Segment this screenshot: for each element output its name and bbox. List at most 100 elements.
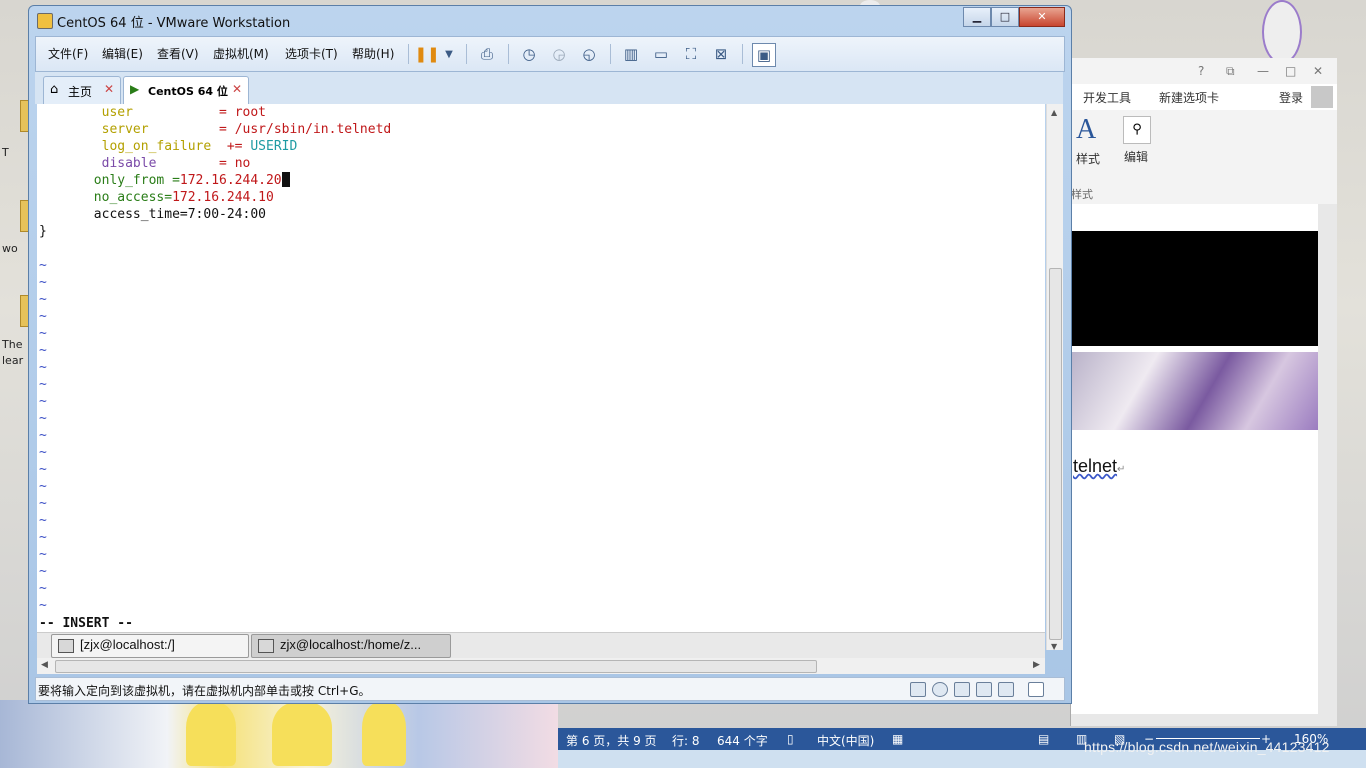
- vm-icon: ▶: [130, 82, 140, 96]
- message-log-icon[interactable]: [1028, 682, 1044, 697]
- empty-line-tilde: ~: [39, 445, 47, 460]
- guest-taskbar: [zjx@localhost:/] zjx@localhost:/home/z.…: [37, 632, 1045, 659]
- menu-view[interactable]: 查看(V): [157, 45, 199, 62]
- empty-line-tilde: ~: [39, 360, 47, 375]
- binoculars-icon[interactable]: ⚲: [1123, 116, 1151, 144]
- unity-icon[interactable]: ⊠: [710, 43, 732, 65]
- macro-icon[interactable]: ▦: [892, 732, 903, 746]
- config-value: 172.16.244.20: [179, 173, 282, 188]
- tab-new[interactable]: 新建选项卡: [1159, 89, 1219, 106]
- scroll-up-icon[interactable]: ▲: [1051, 108, 1057, 117]
- guest-task-terminal-root[interactable]: [zjx@localhost:/]: [51, 634, 249, 658]
- library-icon[interactable]: ▥: [620, 43, 642, 65]
- vim-mode-indicator: -- INSERT --: [39, 616, 133, 631]
- avatar[interactable]: [1311, 86, 1333, 108]
- empty-line-tilde: ~: [39, 513, 47, 528]
- empty-line-tilde: ~: [39, 462, 47, 477]
- config-op: =: [219, 105, 227, 120]
- maximize-button[interactable]: □: [991, 7, 1019, 27]
- word-window: ? ⧉ — □ ✕ 开发工具 新建选项卡 登录 A 样式 样式 ⚲ 编辑 tel…: [1070, 58, 1337, 726]
- cd-dvd-icon[interactable]: [932, 682, 948, 697]
- terminal-screen[interactable]: user = root server = /usr/sbin/in.telnet…: [37, 104, 1045, 632]
- vmware-titlebar: CentOS 64 位 - VMware Workstation ▁ □ ✕: [29, 6, 1071, 34]
- hard-disk-icon[interactable]: [910, 682, 926, 697]
- word-count[interactable]: 644 个字: [717, 732, 768, 749]
- styles-button[interactable]: 样式: [1076, 150, 1100, 167]
- scroll-down-icon[interactable]: ▼: [1051, 642, 1057, 651]
- watermark: https://blog.csdn.net/weixin_44123412: [1084, 739, 1330, 755]
- vmware-window: CentOS 64 位 - VMware Workstation ▁ □ ✕ 文…: [28, 5, 1072, 704]
- minimize-button[interactable]: —: [1257, 64, 1269, 78]
- close-icon[interactable]: ✕: [232, 82, 242, 96]
- menu-file[interactable]: 文件(F): [48, 45, 88, 62]
- config-line: access_time=7:00-24:00: [93, 207, 266, 222]
- guest-task-terminal-home[interactable]: zjx@localhost:/home/z...: [251, 634, 451, 658]
- vmware-app-icon: [37, 13, 53, 29]
- maximize-button[interactable]: □: [1285, 64, 1296, 78]
- vertical-scrollbar[interactable]: ▲ ▼: [1046, 104, 1063, 651]
- closing-brace: }: [39, 224, 47, 239]
- config-value: USERID: [250, 139, 298, 154]
- toolbar-separator: [408, 44, 409, 64]
- wallpaper-figure: [1262, 0, 1302, 64]
- scroll-thumb[interactable]: [1049, 268, 1062, 640]
- empty-line-tilde: ~: [39, 343, 47, 358]
- tab-centos[interactable]: ▶ CentOS 64 位 ✕: [123, 76, 249, 104]
- console-view-icon[interactable]: ▣: [752, 43, 776, 67]
- login-link[interactable]: 登录: [1279, 89, 1303, 106]
- config-value: no: [234, 156, 251, 171]
- send-ctrl-alt-del-icon[interactable]: ⎙: [476, 43, 498, 65]
- terminal-icon: [58, 639, 74, 653]
- empty-line-tilde: ~: [39, 479, 47, 494]
- config-key: no_access=: [93, 190, 173, 205]
- menu-edit[interactable]: 编辑(E): [102, 45, 143, 62]
- scroll-left-icon[interactable]: ◀: [41, 660, 48, 670]
- language-indicator[interactable]: 中文(中国): [817, 732, 874, 749]
- scroll-thumb[interactable]: [55, 660, 817, 673]
- wallpaper-figure: [272, 702, 332, 766]
- empty-line-tilde: ~: [39, 547, 47, 562]
- page-indicator[interactable]: 第 6 页，共 9 页: [566, 732, 657, 749]
- empty-line-tilde: ~: [39, 292, 47, 307]
- read-mode-icon[interactable]: ▤: [1038, 732, 1049, 746]
- snapshot-manager-icon[interactable]: ◵: [578, 43, 600, 65]
- chevron-down-icon[interactable]: ▼: [438, 43, 460, 65]
- menu-vm[interactable]: 虚拟机(M): [213, 45, 269, 62]
- config-op: =: [219, 156, 227, 171]
- proofing-icon[interactable]: ▯: [787, 732, 794, 746]
- styles-group-label: 样式: [1071, 188, 1093, 201]
- menu-tabs[interactable]: 选项卡(T): [285, 45, 338, 62]
- minimize-button[interactable]: ▁: [963, 7, 991, 27]
- menu-help[interactable]: 帮助(H): [352, 45, 394, 62]
- styles-icon[interactable]: A: [1076, 114, 1096, 146]
- config-op: +=: [226, 139, 243, 154]
- tab-home[interactable]: ⌂ 主页 ✕: [43, 76, 121, 104]
- pause-icon[interactable]: ❚❚: [414, 43, 439, 65]
- config-value: /usr/sbin/in.telnetd: [234, 122, 392, 137]
- embedded-image-art: [1071, 352, 1318, 430]
- close-button[interactable]: ✕: [1019, 7, 1065, 27]
- embedded-image-black: [1071, 231, 1318, 346]
- scroll-right-icon[interactable]: ▶: [1033, 660, 1040, 670]
- sound-card-icon[interactable]: [998, 682, 1014, 697]
- empty-line-tilde: ~: [39, 428, 47, 443]
- thumbnail-bar-icon[interactable]: ▭: [650, 43, 672, 65]
- ribbon-display-button[interactable]: ⧉: [1226, 64, 1235, 79]
- home-icon: ⌂: [50, 82, 59, 97]
- full-screen-icon[interactable]: ⛶: [680, 43, 702, 65]
- document-page[interactable]: telnet↵: [1071, 204, 1318, 714]
- usb-icon[interactable]: [976, 682, 992, 697]
- help-button[interactable]: ?: [1198, 64, 1204, 78]
- close-button[interactable]: ✕: [1313, 64, 1323, 78]
- revert-snapshot-icon[interactable]: ◶: [548, 43, 570, 65]
- tab-developer[interactable]: 开发工具: [1083, 89, 1131, 106]
- network-adapter-icon[interactable]: [954, 682, 970, 697]
- wallpaper-figure: [186, 702, 236, 766]
- empty-line-tilde: ~: [39, 411, 47, 426]
- snapshot-icon[interactable]: ◷: [518, 43, 540, 65]
- config-op: =: [219, 122, 227, 137]
- config-key: log_on_failure: [101, 139, 212, 154]
- close-icon[interactable]: ✕: [104, 82, 114, 96]
- edit-button[interactable]: 编辑: [1124, 148, 1148, 165]
- horizontal-scrollbar[interactable]: ◀ ▶: [37, 658, 1045, 674]
